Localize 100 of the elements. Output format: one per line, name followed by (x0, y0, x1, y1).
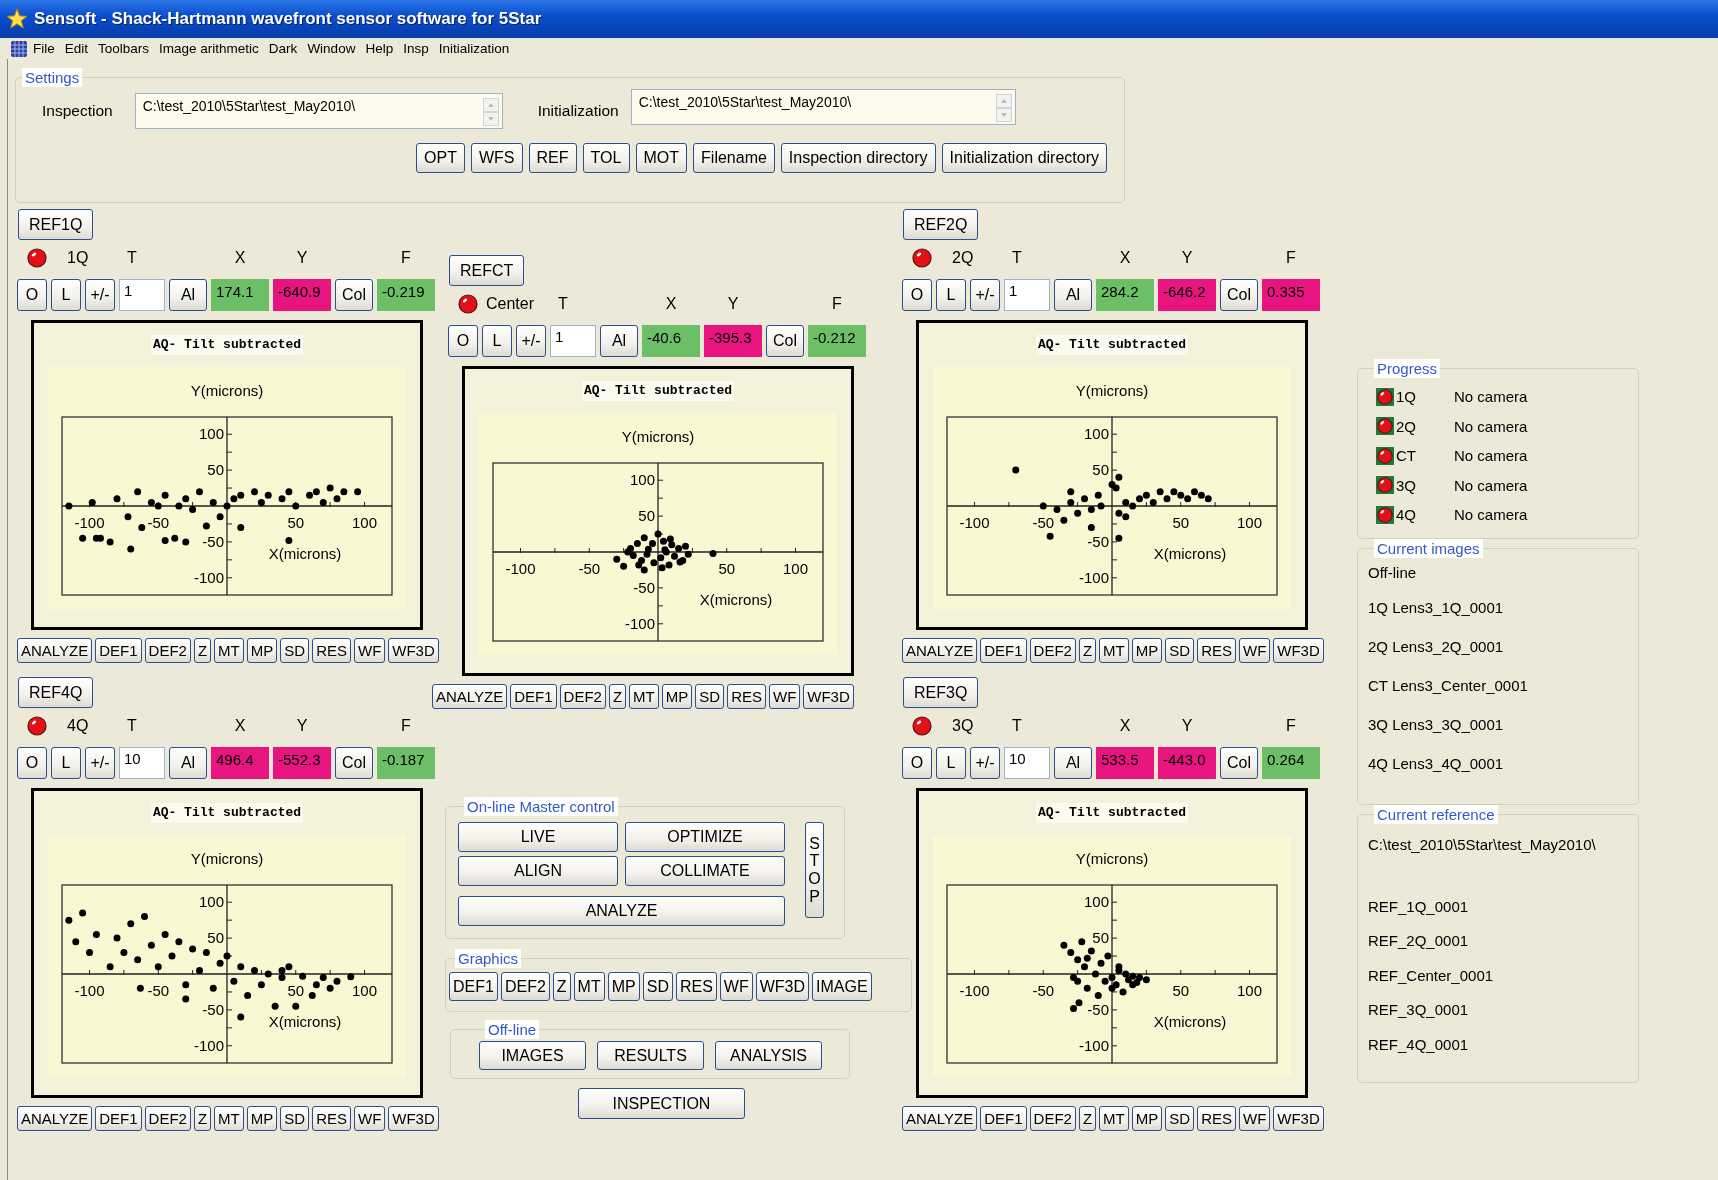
control-button[interactable]: +/- (85, 747, 115, 779)
toolbar-button[interactable]: WF3D (803, 684, 854, 709)
menu-item[interactable]: Insp (398, 41, 434, 56)
control-button[interactable]: +/- (970, 747, 1000, 779)
toolbar-button[interactable]: DEF2 (144, 638, 191, 663)
control-button[interactable]: O (17, 279, 47, 311)
toolbar-button[interactable]: RES (312, 1106, 351, 1131)
graphics-button[interactable]: MP (607, 972, 640, 1001)
control-button[interactable]: +/- (970, 279, 1000, 311)
toolbar-button[interactable]: WF (1238, 638, 1271, 663)
toolbar-button[interactable]: Z (1078, 638, 1097, 663)
graphics-button[interactable]: DEF2 (500, 972, 550, 1001)
toolbar-button[interactable]: DEF2 (1029, 638, 1076, 663)
col-button[interactable]: Col (1220, 279, 1258, 311)
toolbar-button[interactable]: ANALYZE (17, 638, 93, 663)
toolbar-button[interactable]: SD (1165, 1106, 1195, 1131)
toolbar-button[interactable]: RES (312, 638, 351, 663)
control-button[interactable]: +/- (516, 325, 546, 357)
control-button[interactable]: O (902, 747, 932, 779)
menu-item[interactable]: File (28, 41, 60, 56)
toolbar-button[interactable]: RES (1197, 638, 1236, 663)
inspection-button[interactable]: INSPECTION (578, 1088, 745, 1119)
ref-button[interactable]: REF2Q (903, 209, 979, 240)
menu-item[interactable]: Initialization (433, 41, 515, 56)
toolbar-button[interactable]: SD (280, 1106, 310, 1131)
toolbar-button[interactable]: DEF2 (559, 684, 606, 709)
control-button[interactable]: L (482, 325, 512, 357)
t-field[interactable]: 10 (119, 747, 165, 779)
ref-button[interactable]: REF3Q (903, 677, 979, 708)
toolbar-button[interactable]: WF3D (1273, 638, 1324, 663)
toolbar-button[interactable]: SD (280, 638, 310, 663)
toolbar-button[interactable]: WF3D (388, 1106, 439, 1131)
control-button[interactable]: O (17, 747, 47, 779)
offline-button[interactable]: IMAGES (479, 1041, 586, 1070)
graphics-button[interactable]: SD (642, 972, 673, 1001)
toolbar-button[interactable]: DEF2 (1029, 1106, 1076, 1131)
toolbar-button[interactable]: Z (1078, 1106, 1097, 1131)
menu-item[interactable]: Image arithmetic (154, 41, 264, 56)
control-button[interactable]: L (51, 279, 81, 311)
toolbar-button[interactable]: MP (246, 638, 278, 663)
t-field[interactable]: 10 (1004, 747, 1050, 779)
toolbar-button[interactable]: WF (353, 638, 386, 663)
toolbar-button[interactable]: WF (353, 1106, 386, 1131)
toolbar-button[interactable]: Z (608, 684, 627, 709)
toolbar-button[interactable]: ANALYZE (432, 684, 508, 709)
toolbar-button[interactable]: DEF1 (510, 684, 557, 709)
menu-item[interactable]: Dark (263, 41, 303, 56)
settings-button[interactable]: Inspection directory (780, 143, 936, 173)
toolbar-button[interactable]: Z (193, 1106, 212, 1131)
settings-button[interactable]: REF (528, 143, 577, 173)
toolbar-button[interactable]: SD (1165, 638, 1195, 663)
master-button[interactable]: ANALYZE (458, 896, 785, 926)
toolbar-button[interactable]: ANALYZE (902, 638, 978, 663)
al-button[interactable]: Al (169, 747, 207, 779)
toolbar-button[interactable]: WF (768, 684, 801, 709)
toolbar-button[interactable]: ANALYZE (17, 1106, 93, 1131)
toolbar-button[interactable]: MT (214, 1106, 244, 1131)
toolbar-button[interactable]: WF3D (1273, 1106, 1324, 1131)
toolbar-button[interactable]: MP (1131, 1106, 1163, 1131)
control-button[interactable]: L (936, 279, 966, 311)
control-button[interactable]: L (51, 747, 81, 779)
menu-item[interactable]: Edit (59, 41, 94, 56)
master-button[interactable]: ALIGN (458, 856, 618, 886)
toolbar-button[interactable]: MP (1131, 638, 1163, 663)
toolbar-button[interactable]: DEF2 (144, 1106, 191, 1131)
graphics-button[interactable]: IMAGE (812, 972, 872, 1001)
toolbar-button[interactable]: MT (214, 638, 244, 663)
offline-button[interactable]: ANALYSIS (715, 1041, 822, 1070)
toolbar-button[interactable]: RES (727, 684, 766, 709)
t-field[interactable]: 1 (119, 279, 165, 311)
master-button[interactable]: LIVE (458, 822, 618, 852)
al-button[interactable]: Al (1054, 747, 1092, 779)
graphics-button[interactable]: WF3D (755, 972, 810, 1001)
settings-button[interactable]: Initialization directory (941, 143, 1107, 173)
settings-button[interactable]: MOT (635, 143, 688, 173)
col-button[interactable]: Col (335, 747, 373, 779)
stop-button[interactable]: STOP (805, 822, 824, 918)
toolbar-button[interactable]: Z (193, 638, 212, 663)
control-button[interactable]: O (448, 325, 478, 357)
graphics-button[interactable]: Z (552, 972, 571, 1001)
toolbar-button[interactable]: ANALYZE (902, 1106, 978, 1131)
control-button[interactable]: O (902, 279, 932, 311)
graphics-button[interactable]: DEF1 (449, 972, 498, 1001)
menu-item[interactable]: Window (302, 41, 361, 56)
ref-button[interactable]: REFCT (449, 255, 525, 286)
col-button[interactable]: Col (1220, 747, 1258, 779)
master-button[interactable]: COLLIMATE (625, 856, 785, 886)
toolbar-button[interactable]: SD (695, 684, 725, 709)
master-button[interactable]: OPTIMIZE (625, 822, 785, 852)
toolbar-button[interactable]: MT (1099, 638, 1129, 663)
path-field[interactable]: C:\test_2010\5Star\test_May2010\ (134, 93, 503, 129)
toolbar-button[interactable]: WF3D (388, 638, 439, 663)
path-field[interactable]: C:\test_2010\5Star\test_May2010\ (630, 89, 1016, 125)
settings-button[interactable]: TOL (582, 143, 630, 173)
col-button[interactable]: Col (335, 279, 373, 311)
control-button[interactable]: +/- (85, 279, 115, 311)
al-button[interactable]: Al (1054, 279, 1092, 311)
toolbar-button[interactable]: MP (246, 1106, 278, 1131)
toolbar-button[interactable]: DEF1 (980, 1106, 1027, 1131)
col-button[interactable]: Col (766, 325, 804, 357)
